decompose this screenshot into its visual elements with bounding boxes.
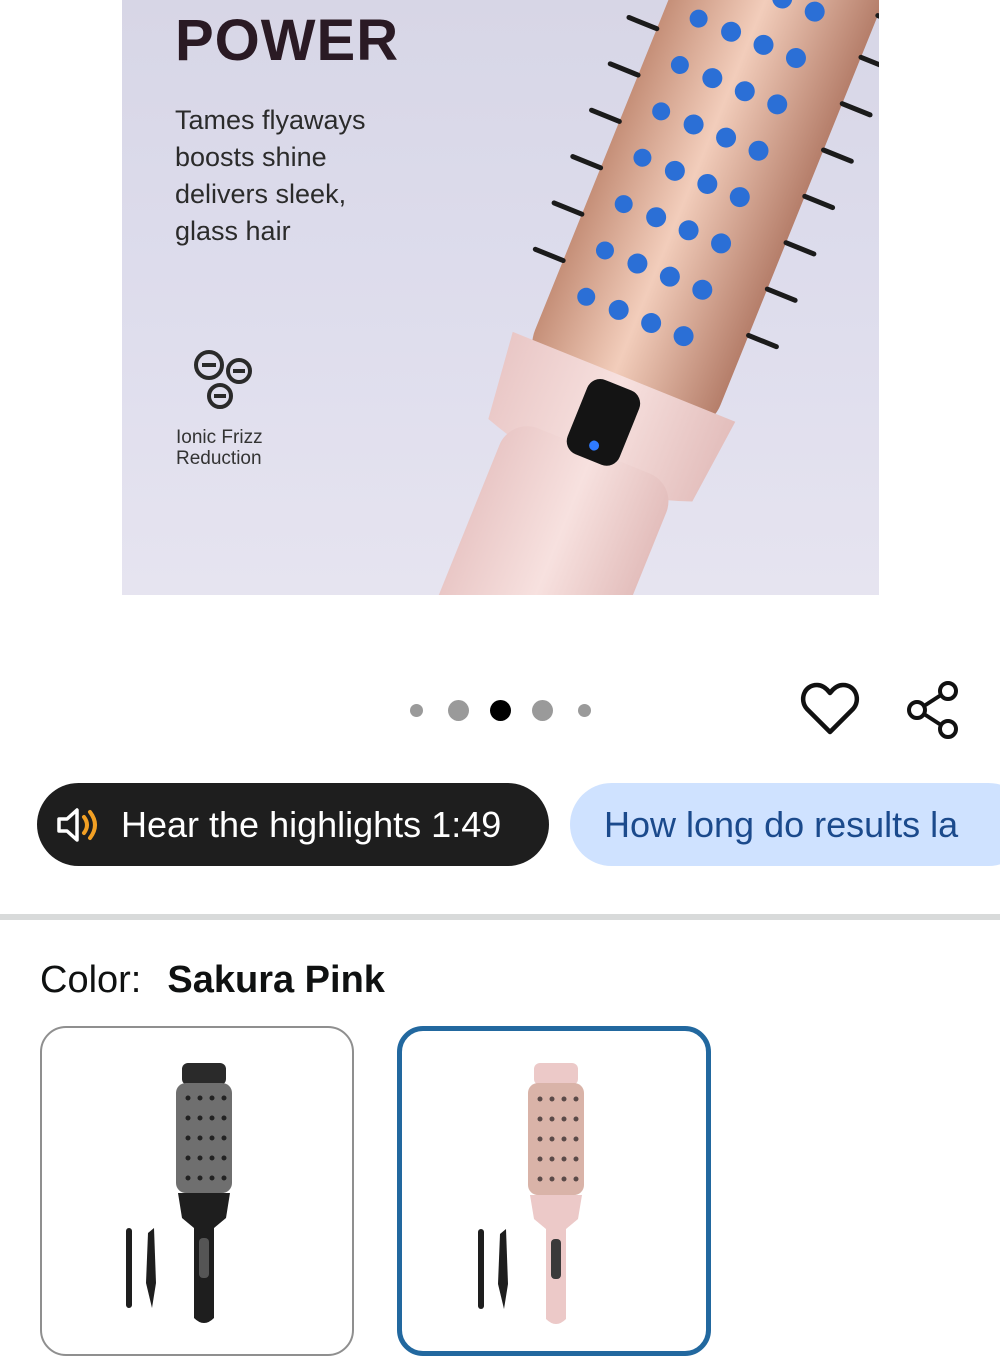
carousel-dot[interactable] — [532, 700, 553, 721]
feature-label-line: Reduction — [176, 448, 262, 469]
product-image[interactable]: POWER Tames flyaways boosts shine delive… — [122, 0, 879, 595]
color-label: Color: — [40, 959, 142, 1001]
heart-icon[interactable] — [800, 680, 860, 738]
carousel-indicator — [404, 694, 604, 726]
question-chip[interactable]: How long do results la — [570, 783, 1000, 866]
carousel-dot[interactable] — [578, 704, 591, 717]
question-chip-label: How long do results la — [604, 804, 959, 845]
ion-icon — [192, 348, 258, 419]
hear-highlights-button[interactable]: Hear the highlights 1:49 — [37, 783, 549, 866]
carousel-dot[interactable] — [448, 700, 469, 721]
feature-label: Ionic Frizz Reduction — [176, 427, 263, 469]
hero-headline: POWER — [175, 8, 400, 73]
carousel-dot[interactable] — [410, 704, 423, 717]
color-selected-value: Sakura Pink — [167, 959, 385, 1001]
speaker-icon — [55, 807, 109, 848]
share-icon[interactable] — [904, 680, 964, 740]
section-divider — [0, 914, 1000, 920]
feature-label-line: Ionic Frizz — [176, 427, 263, 448]
color-option-sakura-pink[interactable] — [397, 1026, 711, 1356]
color-option-black[interactable] — [40, 1026, 354, 1356]
black-brush-thumbnail — [126, 1063, 232, 1323]
hear-highlights-label: Hear the highlights 1:49 — [121, 804, 502, 845]
brush-illustration — [422, 0, 879, 595]
color-selection: Color: Sakura Pink — [40, 958, 385, 1002]
carousel-dot-active[interactable] — [490, 700, 511, 721]
pink-brush-thumbnail — [478, 1063, 584, 1324]
